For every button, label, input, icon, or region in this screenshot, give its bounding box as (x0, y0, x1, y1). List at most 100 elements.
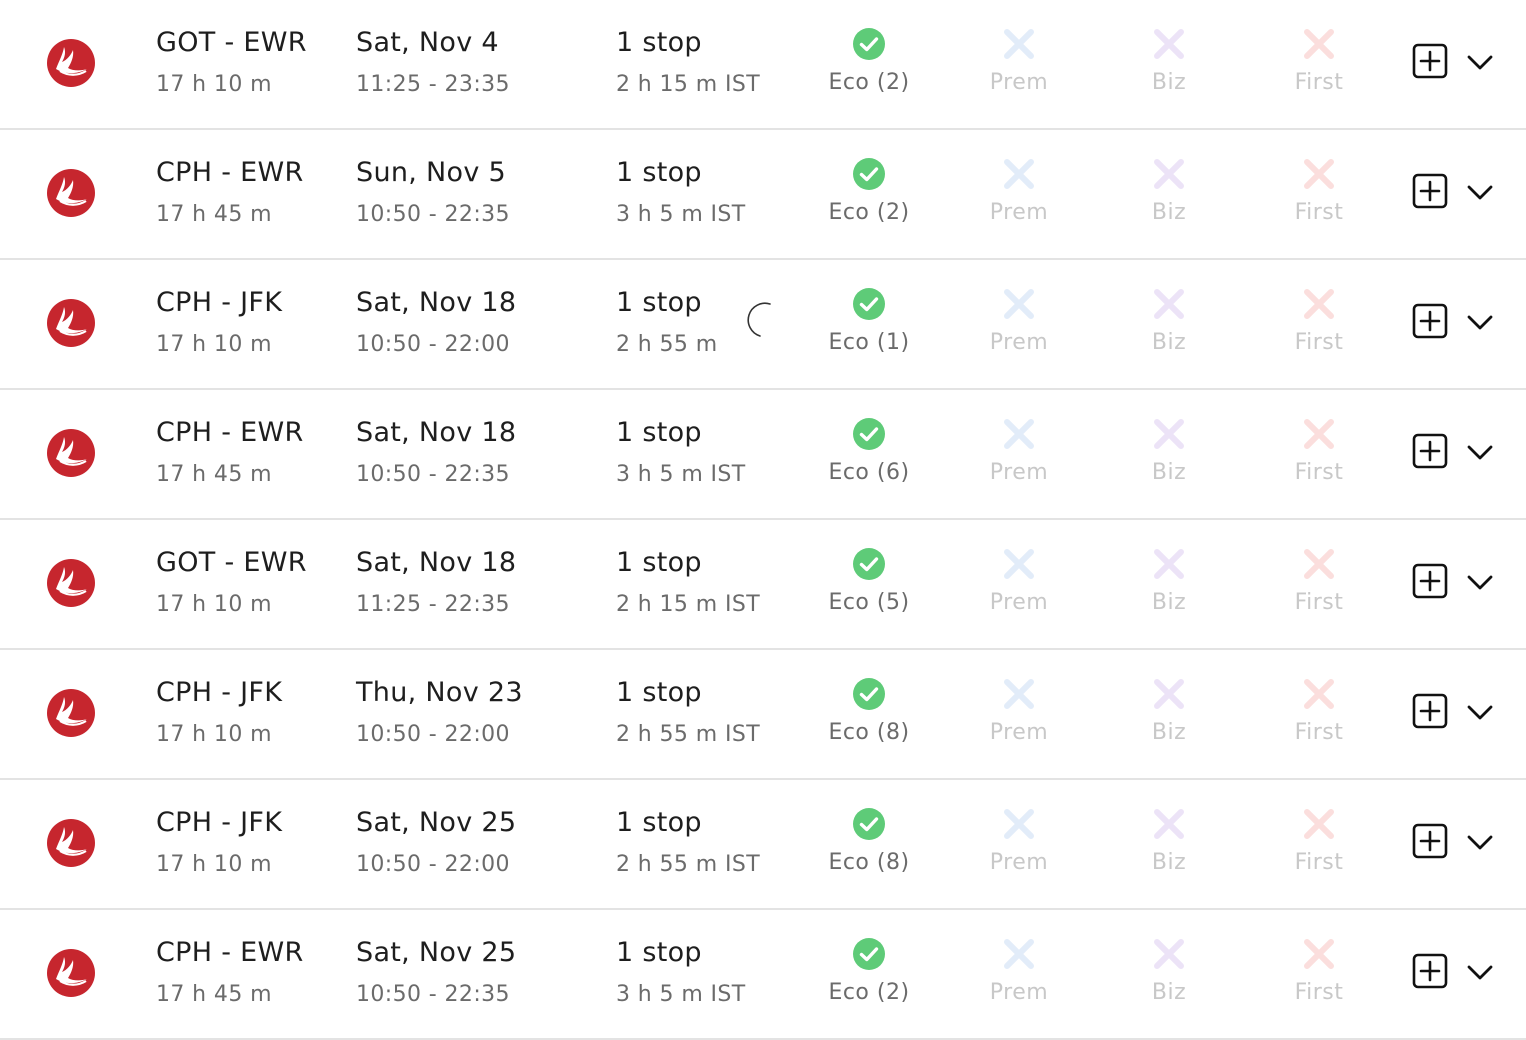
cabin-premium-label: Prem (989, 980, 1049, 1005)
cabin-premium-label: Prem (989, 720, 1049, 745)
x-icon (1154, 939, 1184, 969)
chevron-down-icon[interactable] (1462, 828, 1498, 858)
chevron-down-icon[interactable] (1462, 178, 1498, 208)
chevron-down-icon[interactable] (1462, 698, 1498, 728)
layover-info: 2 h 15 m IST (616, 592, 761, 617)
flight-row[interactable]: CPH - JFK 17 h 10 m Sat, Nov 25 10:50 - … (0, 780, 1526, 910)
layover-info: 3 h 5 m IST (616, 982, 746, 1007)
check-circle-icon (853, 808, 885, 840)
turkish-airlines-logo-icon (47, 689, 95, 737)
route-label: CPH - JFK (156, 287, 283, 318)
cabin-economy[interactable]: Eco (8) (794, 780, 944, 877)
x-icon (1304, 549, 1334, 579)
cabin-premium: Prem (944, 260, 1094, 357)
chevron-down-icon[interactable] (1462, 48, 1498, 78)
chevron-down-icon[interactable] (1462, 308, 1498, 338)
chevron-down-icon[interactable] (1462, 568, 1498, 598)
flight-times: 10:50 - 22:00 (356, 332, 510, 357)
add-plus-square-icon[interactable] (1412, 953, 1448, 989)
flight-row[interactable]: CPH - EWR 17 h 45 m Sat, Nov 18 10:50 - … (0, 390, 1526, 520)
cabin-first-label: First (1294, 980, 1344, 1005)
cabin-economy[interactable]: Eco (8) (794, 650, 944, 747)
turkish-airlines-logo-icon (47, 949, 95, 997)
x-icon (1154, 809, 1184, 839)
total-duration: 17 h 10 m (156, 852, 272, 877)
cabin-first-label: First (1294, 460, 1344, 485)
turkish-airlines-logo-icon (47, 429, 95, 477)
route-label: CPH - EWR (156, 417, 304, 448)
turkish-airlines-logo-icon (47, 299, 95, 347)
cabin-economy[interactable]: Eco (1) (794, 260, 944, 357)
x-icon (1004, 549, 1034, 579)
cabin-premium-label: Prem (989, 590, 1049, 615)
flight-row[interactable]: CPH - JFK 17 h 10 m Thu, Nov 23 10:50 - … (0, 650, 1526, 780)
cabin-economy[interactable]: Eco (2) (794, 130, 944, 227)
x-icon (1004, 939, 1034, 969)
total-duration: 17 h 10 m (156, 722, 272, 747)
add-plus-square-icon[interactable] (1412, 693, 1448, 729)
cabin-economy[interactable]: Eco (6) (794, 390, 944, 487)
cabin-economy-label: Eco (1) (828, 330, 910, 355)
cabin-premium: Prem (944, 650, 1094, 747)
cabin-first-label: First (1294, 720, 1344, 745)
x-icon (1304, 679, 1334, 709)
cabin-economy[interactable]: Eco (2) (794, 0, 944, 97)
cabin-business: Biz (1094, 910, 1244, 1007)
flight-row[interactable]: CPH - EWR 17 h 45 m Sat, Nov 25 10:50 - … (0, 910, 1526, 1040)
cabin-business-label: Biz (1151, 590, 1187, 615)
x-icon (1154, 159, 1184, 189)
layover-info: 2 h 55 m IST (616, 722, 761, 747)
stops-count: 1 stop (616, 807, 702, 838)
total-duration: 17 h 10 m (156, 592, 272, 617)
turkish-airlines-logo-icon (47, 819, 95, 867)
x-icon (1304, 159, 1334, 189)
check-circle-icon (853, 938, 885, 970)
cabin-economy-label: Eco (8) (828, 850, 910, 875)
route-label: CPH - EWR (156, 157, 304, 188)
flight-row[interactable]: CPH - EWR 17 h 45 m Sun, Nov 5 10:50 - 2… (0, 130, 1526, 260)
cabin-first-label: First (1294, 590, 1344, 615)
cabin-economy[interactable]: Eco (2) (794, 910, 944, 1007)
check-circle-icon (853, 288, 885, 320)
check-circle-icon (853, 678, 885, 710)
cabin-first-label: First (1294, 330, 1344, 355)
route-label: CPH - EWR (156, 937, 304, 968)
departure-date: Thu, Nov 23 (356, 677, 523, 708)
stops-count: 1 stop (616, 157, 702, 188)
x-icon (1154, 679, 1184, 709)
cabin-premium-label: Prem (989, 330, 1049, 355)
add-plus-square-icon[interactable] (1412, 563, 1448, 599)
departure-date: Sat, Nov 18 (356, 417, 517, 448)
cabin-premium: Prem (944, 910, 1094, 1007)
stops-count: 1 stop (616, 27, 702, 58)
flight-times: 10:50 - 22:00 (356, 722, 510, 747)
chevron-down-icon[interactable] (1462, 438, 1498, 468)
cabin-economy[interactable]: Eco (5) (794, 520, 944, 617)
flight-row[interactable]: GOT - EWR 17 h 10 m Sat, Nov 4 11:25 - 2… (0, 0, 1526, 130)
cabin-premium-label: Prem (989, 70, 1049, 95)
stops-count: 1 stop (616, 547, 702, 578)
add-plus-square-icon[interactable] (1412, 173, 1448, 209)
add-plus-square-icon[interactable] (1412, 303, 1448, 339)
departure-date: Sat, Nov 18 (356, 287, 517, 318)
add-plus-square-icon[interactable] (1412, 43, 1448, 79)
cabin-first-label: First (1294, 200, 1344, 225)
cabin-first-label: First (1294, 850, 1344, 875)
cabin-first: First (1244, 910, 1394, 1007)
x-icon (1004, 159, 1034, 189)
add-plus-square-icon[interactable] (1412, 433, 1448, 469)
layover-info: 3 h 5 m IST (616, 462, 746, 487)
chevron-down-icon[interactable] (1462, 958, 1498, 988)
cabin-business-label: Biz (1151, 980, 1187, 1005)
flight-row[interactable]: GOT - EWR 17 h 10 m Sat, Nov 18 11:25 - … (0, 520, 1526, 650)
cabin-premium: Prem (944, 390, 1094, 487)
flight-times: 10:50 - 22:35 (356, 202, 510, 227)
route-label: GOT - EWR (156, 547, 307, 578)
x-icon (1154, 419, 1184, 449)
stops-count: 1 stop (616, 937, 702, 968)
cabin-first: First (1244, 650, 1394, 747)
departure-date: Sat, Nov 25 (356, 807, 517, 838)
add-plus-square-icon[interactable] (1412, 823, 1448, 859)
cabin-premium: Prem (944, 520, 1094, 617)
cabin-premium: Prem (944, 130, 1094, 227)
